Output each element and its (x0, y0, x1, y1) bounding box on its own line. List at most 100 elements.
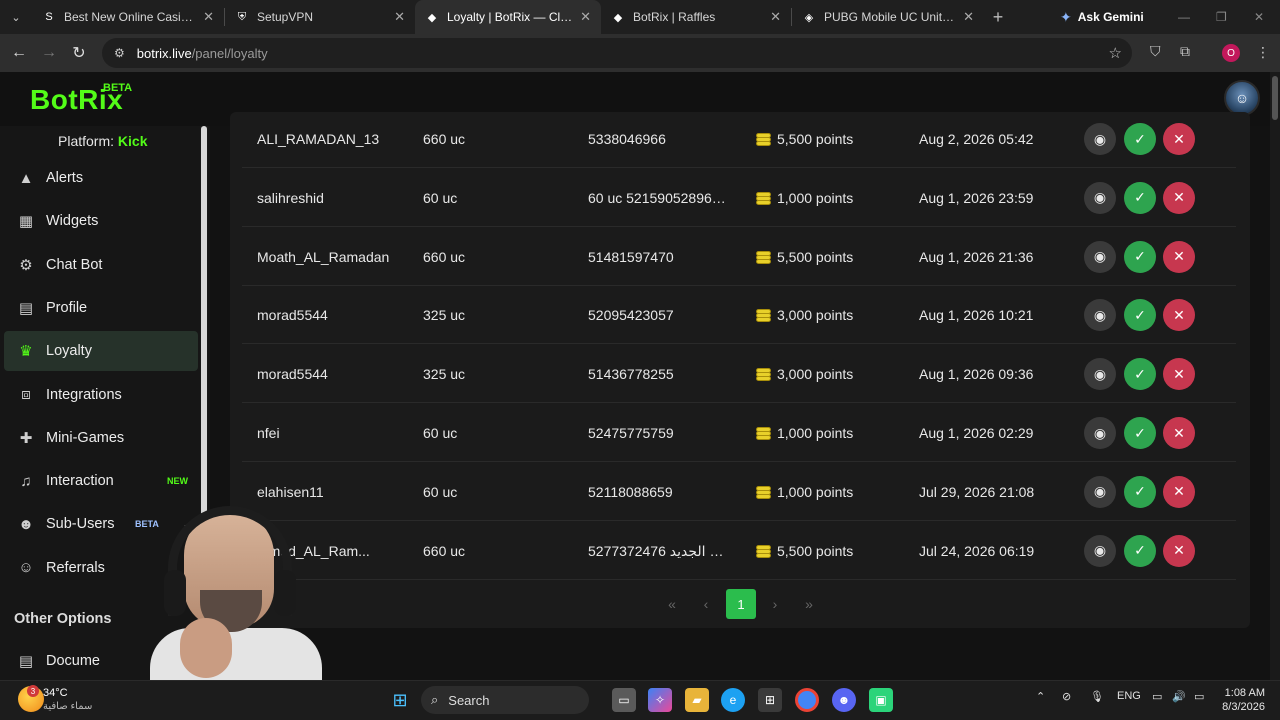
reward-item: 60 uc (423, 483, 458, 500)
reject-x-icon[interactable]: ✕ (1163, 181, 1195, 214)
platform-indicator: Platform: Kick (58, 133, 147, 149)
reload-icon[interactable]: ↻ (64, 38, 94, 68)
points-value: 5,500 points (777, 131, 854, 147)
redemption-row: Moath_AL_Ramadan 660 uc 51481597470 5,500 p… (242, 228, 1236, 286)
reject-x-icon[interactable]: ✕ (1163, 417, 1195, 449)
browser-menu-icon[interactable]: ⋮ (1256, 44, 1270, 61)
reject-x-icon[interactable]: ✕ (1163, 240, 1195, 273)
vpn-icon: ⛨ (237, 10, 247, 23)
points-value: 1,000 points (777, 189, 854, 206)
redemption-date: Aug 1, 2026 10:21 (919, 307, 1034, 324)
approve-check-icon[interactable]: ✓ (1124, 299, 1156, 332)
reject-x-icon[interactable]: ✕ (1163, 534, 1195, 567)
discord-icon[interactable]: ☻ (832, 688, 856, 712)
file-explorer-icon[interactable]: ▰ (685, 688, 709, 712)
address-bar[interactable]: ⚙ botrix.live/panel/loyalty ☆ (102, 38, 1132, 68)
task-view-icon[interactable]: ▭ (612, 688, 636, 712)
view-eye-icon[interactable]: ◉ (1084, 299, 1116, 332)
volume-icon[interactable]: 🔊 (1172, 690, 1186, 703)
sidebar-item-alerts[interactable]: ▲ Alerts (4, 158, 198, 198)
sidebar-item-loyalty[interactable]: ♛ Loyalty (4, 331, 198, 372)
close-tab-icon[interactable]: ✕ (203, 9, 214, 25)
approve-check-icon[interactable]: ✓ (1124, 475, 1156, 508)
url-path: /panel/loyalty (191, 45, 268, 61)
view-eye-icon[interactable]: ◉ (1084, 417, 1116, 449)
redemption-input: 60 uc 52159052896 م... (588, 189, 728, 206)
browser-tab-3[interactable]: ◆ Loyalty | BotRix — Cloud Strea ✕ (415, 0, 601, 34)
show-hidden-icons-chevron[interactable]: ⌃ (1036, 690, 1045, 703)
bookmark-star-icon[interactable]: ☆ (1109, 44, 1122, 62)
microphone-icon[interactable]: 🎙 (1090, 690, 1104, 703)
approve-check-icon[interactable]: ✓ (1124, 417, 1156, 449)
chrome-browser-icon[interactable] (795, 688, 819, 712)
language-indicator[interactable]: ENG (1117, 690, 1141, 702)
view-eye-icon[interactable]: ◉ (1084, 240, 1116, 273)
windows-start-icon[interactable]: ⊞ (388, 688, 412, 712)
extensions-puzzle-icon[interactable]: ⧉ (1180, 43, 1190, 60)
approve-check-icon[interactable]: ✓ (1124, 123, 1156, 155)
close-tab-icon[interactable]: ✕ (770, 9, 781, 25)
next-page-button[interactable]: › (763, 589, 787, 619)
reject-x-icon[interactable]: ✕ (1163, 299, 1195, 332)
system-clock[interactable]: 1:08 AM 8/3/2026 (1221, 686, 1265, 714)
grid-icon: ▦ (18, 213, 34, 231)
page-scrollbar-thumb[interactable] (1272, 76, 1278, 120)
browser-tab-2[interactable]: ⛨ SetupVPN ✕ (225, 0, 415, 34)
new-tab-button[interactable]: + (984, 7, 1012, 28)
page-scrollbar[interactable] (1270, 72, 1280, 680)
sidebar-item-integrations[interactable]: ⧈ Integrations (4, 375, 198, 415)
reject-x-icon[interactable]: ✕ (1163, 475, 1195, 508)
minimize-window-icon[interactable]: — (1178, 0, 1190, 34)
taskbar-search[interactable]: ⌕ Search (421, 686, 589, 714)
tab-title: PUBG Mobile UC United Arab (824, 10, 957, 24)
sidebar-item-profile[interactable]: ▤ Profile (4, 288, 198, 328)
view-eye-icon[interactable]: ◉ (1084, 181, 1116, 214)
close-window-icon[interactable]: ✕ (1254, 0, 1264, 34)
view-eye-icon[interactable]: ◉ (1084, 358, 1116, 391)
sidebar-item-interaction[interactable]: ♫ Interaction NEW (4, 461, 198, 501)
view-eye-icon[interactable]: ◉ (1084, 123, 1116, 155)
display-icon[interactable]: ▭ (1152, 690, 1162, 703)
approve-check-icon[interactable]: ✓ (1124, 181, 1156, 214)
sidebar-item-chat-bot[interactable]: ⚙ Chat Bot (4, 245, 198, 285)
coins-icon (756, 191, 771, 205)
tab-search-chevron-icon[interactable]: ⌄ (0, 0, 32, 34)
browser-tab-4[interactable]: ◆ BotRix | Raffles ✕ (601, 0, 791, 34)
close-tab-icon[interactable]: ✕ (580, 9, 591, 25)
redemption-date: Aug 1, 2026 21:36 (919, 248, 1034, 265)
ask-gemini-button[interactable]: ✦ Ask Gemini (1060, 0, 1144, 34)
shield-extension-icon[interactable]: ⛉ (1150, 43, 1161, 60)
first-page-button[interactable]: « (660, 589, 684, 619)
approve-check-icon[interactable]: ✓ (1124, 534, 1156, 567)
battery-icon[interactable]: ▭ (1194, 690, 1204, 703)
approve-check-icon[interactable]: ✓ (1124, 240, 1156, 273)
previous-page-button[interactable]: ‹ (694, 589, 718, 619)
site-settings-icon[interactable]: ⚙ (114, 46, 125, 60)
reject-x-icon[interactable]: ✕ (1163, 358, 1195, 391)
sidebar-item-widgets[interactable]: ▦ Widgets (4, 201, 198, 241)
sidebar-item-label: Loyalty (46, 343, 92, 360)
kick-app-icon[interactable]: ▣ (869, 688, 893, 712)
maximize-window-icon[interactable]: ❐ (1216, 0, 1227, 34)
view-eye-icon[interactable]: ◉ (1084, 534, 1116, 567)
back-arrow-icon[interactable]: ← (4, 38, 34, 68)
redemption-input: 51436778255 (588, 366, 674, 383)
copilot-icon[interactable]: ✧ (648, 688, 672, 712)
sidebar-item-mini-games[interactable]: ✚ Mini-Games (4, 418, 198, 458)
platform-value: Kick (117, 133, 148, 149)
close-tab-icon[interactable]: ✕ (394, 9, 405, 25)
browser-tab-5[interactable]: ◈ PUBG Mobile UC United Arab ✕ (792, 0, 984, 34)
browser-tab-1[interactable]: S Best New Online Casino G ✕ (32, 0, 224, 34)
microsoft-store-icon[interactable]: ⊞ (758, 688, 782, 712)
browser-profile-avatar[interactable]: O (1222, 44, 1240, 62)
sidebar-item-label: Alerts (46, 170, 84, 186)
forward-arrow-icon[interactable]: → (34, 38, 64, 68)
edge-browser-icon[interactable]: e (721, 688, 745, 712)
reject-x-icon[interactable]: ✕ (1163, 123, 1195, 155)
approve-check-icon[interactable]: ✓ (1124, 358, 1156, 391)
page-1-button[interactable]: 1 (726, 589, 756, 619)
close-tab-icon[interactable]: ✕ (963, 9, 974, 25)
network-off-icon[interactable]: ⊘ (1062, 690, 1071, 703)
last-page-button[interactable]: » (797, 589, 821, 619)
view-eye-icon[interactable]: ◉ (1084, 475, 1116, 508)
